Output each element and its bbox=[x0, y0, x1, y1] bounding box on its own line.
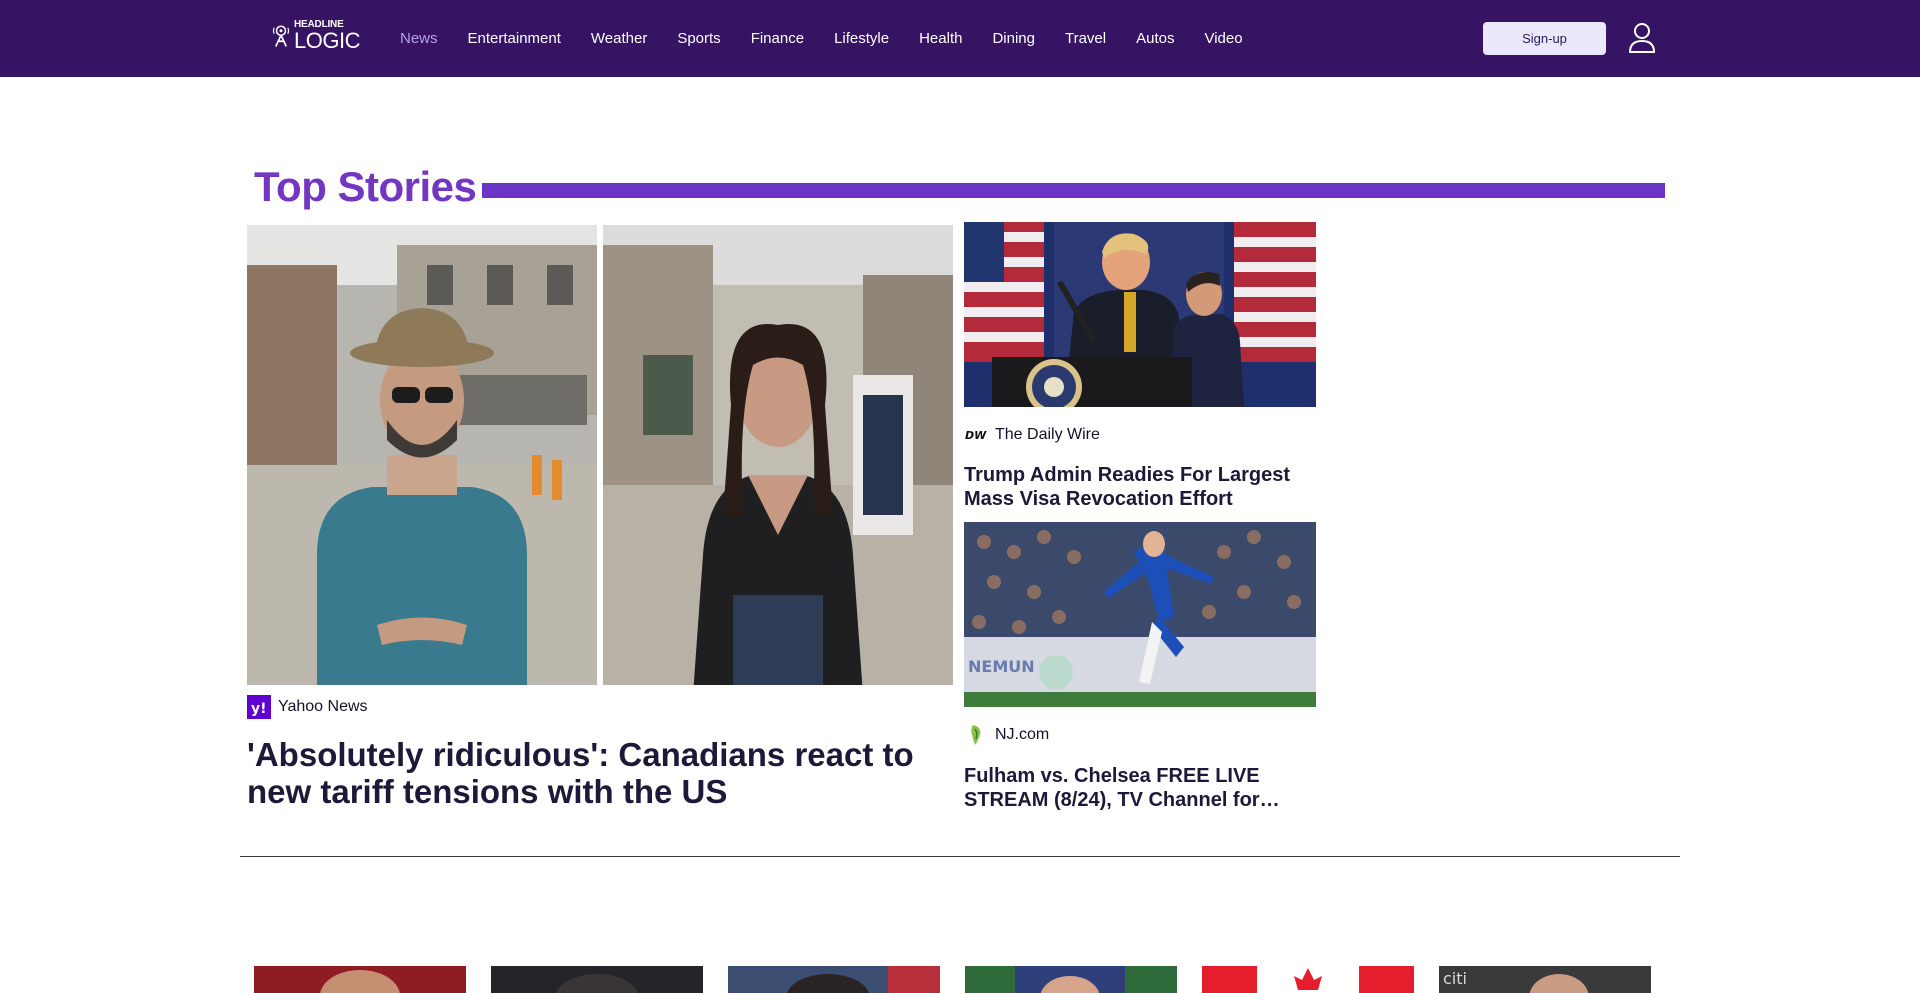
side-story-2-source-name: NJ.com bbox=[995, 726, 1050, 743]
hero-image-right-panel bbox=[603, 225, 953, 685]
hero-source[interactable]: y! Yahoo News bbox=[247, 695, 368, 719]
yahoo-icon: y! bbox=[247, 695, 271, 719]
nav-item-lifestyle[interactable]: Lifestyle bbox=[834, 30, 889, 47]
user-icon[interactable] bbox=[1627, 22, 1657, 54]
side-story-1-source-name: The Daily Wire bbox=[995, 426, 1100, 443]
section-divider bbox=[240, 856, 1680, 857]
side-story-2-image[interactable]: NEMUN bbox=[964, 522, 1316, 707]
nav-item-video[interactable]: Video bbox=[1204, 30, 1242, 47]
story-thumbnail[interactable] bbox=[1202, 966, 1414, 993]
hero-image-left-panel bbox=[247, 225, 597, 685]
nav-item-news[interactable]: News bbox=[400, 30, 438, 47]
top-navigation-bar: HEADLINE LOGIC News Entertainment Weathe… bbox=[0, 0, 1920, 77]
story-thumbnail[interactable] bbox=[728, 966, 940, 993]
section-title-bar bbox=[482, 183, 1665, 198]
nav-item-health[interactable]: Health bbox=[919, 30, 962, 47]
side-story-1-image[interactable] bbox=[964, 222, 1316, 407]
headline-logic-logo[interactable]: HEADLINE LOGIC bbox=[272, 20, 360, 52]
story-thumbnail[interactable] bbox=[491, 966, 703, 993]
side-story-2-source[interactable]: NJ.com bbox=[964, 723, 1049, 747]
nav-item-sports[interactable]: Sports bbox=[677, 30, 720, 47]
side-story-2-headline[interactable]: Fulham vs. Chelsea FREE LIVE STREAM (8/2… bbox=[964, 764, 1319, 812]
nav-item-autos[interactable]: Autos bbox=[1136, 30, 1174, 47]
hero-source-name: Yahoo News bbox=[278, 698, 368, 715]
svg-text:NEMUN: NEMUN bbox=[968, 657, 1035, 676]
side-story-1-headline[interactable]: Trump Admin Readies For Largest Mass Vis… bbox=[964, 463, 1319, 511]
hero-story-image[interactable] bbox=[247, 225, 953, 685]
main-nav: News Entertainment Weather Sports Financ… bbox=[400, 0, 1273, 77]
svg-text:citi: citi bbox=[1443, 969, 1467, 988]
logo-mark-icon bbox=[272, 25, 290, 47]
story-thumbnail[interactable] bbox=[965, 966, 1177, 993]
story-thumbnail[interactable] bbox=[254, 966, 466, 993]
logo-big-text: LOGIC bbox=[294, 28, 360, 53]
section-title: Top Stories bbox=[254, 163, 477, 210]
svg-text:y!: y! bbox=[251, 701, 267, 717]
nav-item-entertainment[interactable]: Entertainment bbox=[468, 30, 561, 47]
signup-button[interactable]: Sign-up bbox=[1483, 22, 1606, 55]
nav-item-weather[interactable]: Weather bbox=[591, 30, 647, 47]
side-story-1-source[interactable]: DW The Daily Wire bbox=[964, 423, 1100, 447]
nav-item-travel[interactable]: Travel bbox=[1065, 30, 1106, 47]
dw-icon: DW bbox=[964, 423, 988, 447]
nav-item-finance[interactable]: Finance bbox=[751, 30, 804, 47]
nav-item-dining[interactable]: Dining bbox=[992, 30, 1035, 47]
svg-text:DW: DW bbox=[965, 429, 987, 442]
hero-headline[interactable]: 'Absolutely ridiculous': Canadians react… bbox=[247, 736, 947, 810]
njcom-icon bbox=[964, 723, 988, 747]
story-thumbnail[interactable]: citi bbox=[1439, 966, 1651, 993]
